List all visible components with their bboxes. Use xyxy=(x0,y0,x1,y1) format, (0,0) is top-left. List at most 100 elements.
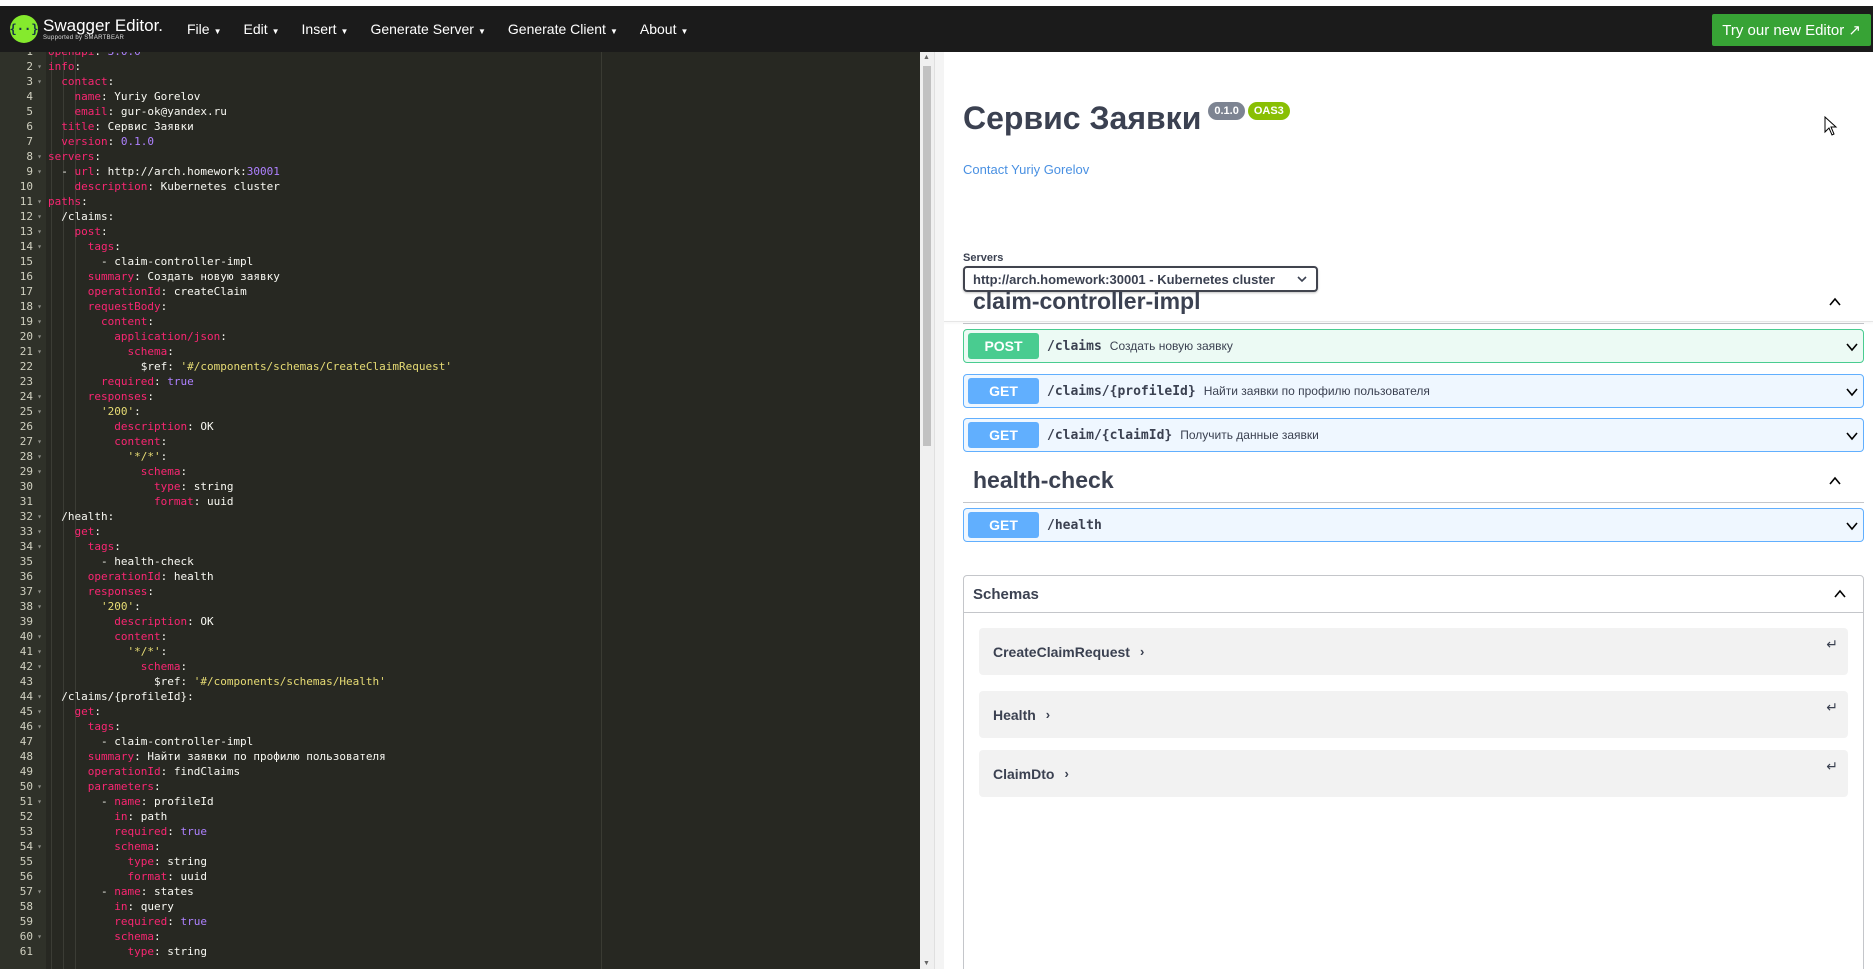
logo-title: Swagger Editor. xyxy=(43,16,164,35)
code-line: 32 ▾ /health: xyxy=(0,509,905,524)
chevron-down-icon[interactable] xyxy=(1845,385,1859,399)
chevron-up-icon[interactable] xyxy=(1828,474,1842,488)
expand-arrow-icon[interactable]: › xyxy=(1064,766,1068,781)
try-new-editor-button[interactable]: Try our new Editor ↗ xyxy=(1712,14,1871,46)
chevron-up-icon[interactable] xyxy=(1828,295,1842,309)
fold-arrow-icon[interactable]: ▾ xyxy=(33,194,46,209)
fold-arrow-icon[interactable]: ▾ xyxy=(33,464,46,479)
operation-post[interactable]: POST/claims Создать новую заявку xyxy=(963,329,1864,363)
scroll-down-icon[interactable]: ▼ xyxy=(923,960,930,967)
copy-to-clipboard-icon[interactable]: ↵ xyxy=(1826,699,1838,716)
copy-to-clipboard-icon[interactable]: ↵ xyxy=(1826,758,1838,775)
menu-insert[interactable]: Insert ▼ xyxy=(291,21,360,37)
pane-divider[interactable] xyxy=(934,52,944,969)
schema-model[interactable]: ClaimDto › ↵ xyxy=(979,750,1848,797)
yaml-value: '#/components/schemas/Health' xyxy=(193,675,386,688)
code-text: '200': xyxy=(100,405,141,418)
chevron-up-icon[interactable] xyxy=(1833,587,1847,601)
chevron-down-icon[interactable] xyxy=(1845,429,1859,443)
fold-arrow-icon[interactable]: ▾ xyxy=(33,344,46,359)
yaml-key: title xyxy=(61,120,95,133)
fold-arrow-icon[interactable]: ▾ xyxy=(33,224,46,239)
yaml-key: operationId xyxy=(87,765,161,778)
tag-claim-controller-impl[interactable]: claim-controller-impl xyxy=(963,280,1864,324)
chevron-down-icon[interactable] xyxy=(1845,340,1859,354)
code-text: description: Kubernetes cluster xyxy=(74,180,280,193)
fold-arrow-icon[interactable]: ▾ xyxy=(33,299,46,314)
yaml-key: application/json xyxy=(114,330,221,343)
menu-label: Edit xyxy=(243,21,268,37)
fold-arrow-icon[interactable]: ▾ xyxy=(33,209,46,224)
yaml-editor[interactable]: 1openapi: 3.0.02▾info:3▾ contact:4 name:… xyxy=(0,52,920,969)
fold-arrow-icon[interactable]: ▾ xyxy=(33,149,46,164)
menu-about[interactable]: About ▼ xyxy=(629,21,700,37)
yaml-value: Создать новую заявку xyxy=(147,270,280,283)
expand-arrow-icon[interactable]: › xyxy=(1046,707,1050,722)
fold-arrow-icon[interactable]: ▾ xyxy=(33,584,46,599)
contact-link[interactable]: Contact Yuriy Gorelov xyxy=(963,162,1089,177)
schema-model[interactable]: Health › ↵ xyxy=(979,691,1848,738)
code-line: 22 $ref: '#/components/schemas/CreateCla… xyxy=(0,359,905,374)
fold-arrow-icon[interactable]: ▾ xyxy=(33,599,46,614)
schema-model[interactable]: CreateClaimRequest › ↵ xyxy=(979,628,1848,675)
fold-arrow-icon[interactable]: ▾ xyxy=(33,449,46,464)
code-text: operationId: createClaim xyxy=(87,285,247,298)
fold-arrow-icon[interactable]: ▾ xyxy=(33,704,46,719)
schemas-header[interactable]: Schemas xyxy=(964,576,1863,613)
fold-arrow-icon[interactable]: ▾ xyxy=(33,884,46,899)
fold-arrow-icon[interactable]: ▾ xyxy=(33,794,46,809)
fold-arrow-icon[interactable]: ▾ xyxy=(33,689,46,704)
code-text: - url: http://arch.homework:30001 xyxy=(61,165,280,178)
code-line: 4 name: Yuriy Gorelov xyxy=(0,89,905,104)
copy-to-clipboard-icon[interactable]: ↵ xyxy=(1826,636,1838,653)
tag-health-check[interactable]: health-check xyxy=(963,459,1864,503)
menu-generate-server[interactable]: Generate Server ▼ xyxy=(359,21,496,37)
fold-arrow-icon[interactable]: ▾ xyxy=(33,779,46,794)
scroll-up-icon[interactable]: ▲ xyxy=(923,54,930,61)
fold-arrow-icon[interactable]: ▾ xyxy=(33,74,46,89)
scrollbar-thumb[interactable] xyxy=(923,66,931,446)
code-line: 34 ▾ tags: xyxy=(0,539,905,554)
fold-arrow-icon[interactable]: ▾ xyxy=(33,314,46,329)
swagger-logo[interactable]: {··} Swagger Editor. Supported by SMARTB… xyxy=(10,15,170,43)
fold-arrow-icon[interactable]: ▾ xyxy=(33,929,46,944)
fold-arrow-icon[interactable]: ▾ xyxy=(33,839,46,854)
operation-get[interactable]: GET/claims/{profileId} Найти заявки по пр… xyxy=(963,374,1864,408)
menu-edit[interactable]: Edit ▼ xyxy=(232,21,290,37)
expand-arrow-icon[interactable]: › xyxy=(1140,644,1144,659)
menu-file[interactable]: File ▼ xyxy=(176,21,232,37)
editor-scrollbar[interactable]: ▲ ▼ xyxy=(920,52,934,969)
fold-arrow-icon[interactable]: ▾ xyxy=(33,659,46,674)
method-badge: POST xyxy=(968,333,1039,359)
code-line: 55 type: string xyxy=(0,854,905,869)
yaml-key: '200' xyxy=(100,405,135,418)
operation-get[interactable]: GET/claim/{claimId} Получить данные заявк… xyxy=(963,418,1864,452)
code-text: openapi: 3.0.0 xyxy=(46,52,141,59)
fold-arrow-icon[interactable]: ▾ xyxy=(33,389,46,404)
fold-arrow-icon[interactable]: ▾ xyxy=(33,59,46,74)
code-line: 43 $ref: '#/components/schemas/Health' xyxy=(0,674,905,689)
line-number: 36 xyxy=(19,570,33,583)
fold-arrow-icon[interactable]: ▾ xyxy=(33,329,46,344)
fold-arrow-icon[interactable]: ▾ xyxy=(33,164,46,179)
fold-arrow-icon[interactable]: ▾ xyxy=(33,239,46,254)
operation-get[interactable]: GET/health xyxy=(963,508,1864,542)
chevron-down-icon[interactable] xyxy=(1845,519,1859,533)
code-text: info: xyxy=(48,60,82,73)
line-number: 7 xyxy=(26,135,33,148)
fold-arrow-icon[interactable]: ▾ xyxy=(33,434,46,449)
line-number: 58 xyxy=(19,900,33,913)
fold-arrow-icon[interactable]: ▾ xyxy=(33,404,46,419)
yaml-key: description xyxy=(114,615,188,628)
code-line: 35 - health-check xyxy=(0,554,905,569)
fold-arrow-icon[interactable]: ▾ xyxy=(33,509,46,524)
line-number: 33 xyxy=(19,525,33,538)
fold-arrow-icon[interactable]: ▾ xyxy=(33,539,46,554)
menu-generate-client[interactable]: Generate Client ▼ xyxy=(497,21,629,37)
fold-arrow-icon[interactable]: ▾ xyxy=(33,524,46,539)
line-number: 8 xyxy=(26,150,33,163)
fold-arrow-icon[interactable]: ▾ xyxy=(33,644,46,659)
fold-arrow-icon[interactable]: ▾ xyxy=(33,719,46,734)
fold-arrow-icon[interactable]: ▾ xyxy=(33,629,46,644)
